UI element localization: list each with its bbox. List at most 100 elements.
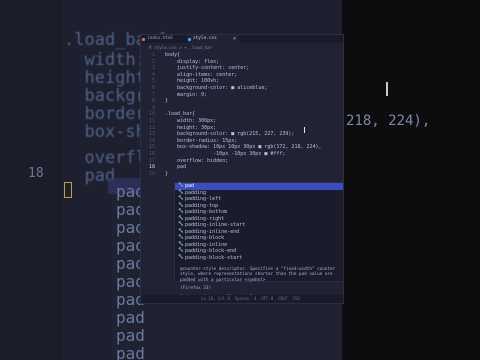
- code-line: 14 border-radius: 15px;: [141, 138, 343, 145]
- line-text: display: flex;: [165, 58, 220, 65]
- bg-bracket-marker: [64, 182, 72, 198]
- code-line: 10 .load_bar{: [141, 111, 343, 118]
- line-number: 19: [148, 170, 155, 177]
- suggestion-label: padding-bottom: [185, 209, 228, 215]
- suggestion-label: padding-block-end: [185, 248, 237, 254]
- code-line: 17 overflow: hidden;: [141, 158, 343, 165]
- suggestion-label: padding-top: [185, 202, 219, 209]
- bg-mouse-cursor: [386, 82, 388, 96]
- code-line: 7 margin: 0;: [141, 92, 343, 99]
- line-number: 1: [151, 52, 155, 58]
- line-number: 12: [148, 124, 155, 131]
- line-text: height: 100vh;: [165, 78, 220, 85]
- wrench-icon: 🔧: [178, 189, 184, 195]
- tab-style-css[interactable]: style.css ×: [187, 35, 239, 43]
- line-text: box-shadow: 10px 10px 30px ■ rgb(172, 21…: [165, 144, 322, 151]
- wrench-icon: 🔧: [178, 248, 184, 253]
- line-text: -10px -10px 30px ■ #fff;: [165, 150, 286, 157]
- suggestion-label: padding-block-start: [185, 254, 243, 261]
- line-text: overflow: hidden;: [165, 157, 229, 164]
- line-text: align-items: center;: [165, 71, 238, 78]
- line-number: 5: [151, 78, 155, 85]
- line-text: width: 300px;: [165, 117, 217, 124]
- code-line: 19}: [141, 171, 343, 178]
- code-area[interactable]: 1 body{ 2 display: flex; 3 justify-conten…: [141, 52, 343, 177]
- suggestion-label: padding-inline-end: [185, 228, 240, 235]
- bg-line-number: 18: [28, 166, 44, 181]
- code-line: 12 height: 30px;: [141, 125, 343, 132]
- line-number: 18: [148, 164, 155, 171]
- tab-label: style.css: [193, 36, 217, 41]
- tab-index-html[interactable]: index.html: [141, 35, 189, 43]
- suggestion-label: padding-inline-start: [185, 222, 246, 228]
- line-text: border-radius: 15px;: [165, 137, 238, 144]
- wrench-icon: 🔧: [178, 202, 184, 208]
- wrench-icon: 🔧: [178, 215, 184, 221]
- suggestion-label: padding-block: [185, 235, 225, 241]
- code-line: 4 align-items: center;: [141, 72, 343, 79]
- line-text: }: [165, 98, 169, 105]
- line-number: 16: [148, 150, 155, 157]
- line-text: }: [165, 170, 169, 177]
- line-text: background-color: ■ aliceblue;: [165, 84, 268, 91]
- wrench-icon: 🔧: [178, 209, 184, 214]
- wrench-icon: 🔧: [178, 241, 184, 247]
- code-line: 5 height: 100vh;: [141, 78, 343, 85]
- code-line: 9: [141, 105, 343, 112]
- line-number: 17: [148, 157, 155, 164]
- suggestion-label: padding-right: [185, 215, 225, 222]
- code-line-current: 18 pad: [141, 164, 343, 171]
- html-file-icon: [142, 37, 145, 41]
- code-line: 6 background-color: ■ aliceblue;: [141, 85, 343, 92]
- code-line: 1 body{: [141, 52, 343, 59]
- line-number: 13: [148, 131, 155, 138]
- line-number: 8: [151, 98, 155, 105]
- line-number: 11: [148, 117, 155, 124]
- mouse-cursor: [304, 127, 305, 133]
- line-text: margin: 0;: [165, 91, 208, 98]
- line-number: 10: [148, 111, 155, 118]
- wrench-icon: 🔧: [178, 235, 184, 240]
- bg-suggestion-row: pad: [116, 344, 145, 360]
- code-line: 2 display: flex;: [141, 59, 343, 66]
- doc-compat: (Firefox 33): [180, 286, 212, 292]
- suggestion-item[interactable]: 🔧 padding-block-start: [175, 255, 343, 262]
- editor-window: index.html style.css × # style.css > ✶ .…: [140, 34, 344, 304]
- bg-code-fragment: 218, 224),: [346, 113, 431, 129]
- doc-description: @counter-style descriptor. Specifies a "…: [180, 267, 336, 283]
- autocomplete-popup[interactable]: 🔧 pad 🔧 padding 🔧 padding-left 🔧 padding-top…: [174, 182, 343, 300]
- line-number: 6: [151, 84, 155, 91]
- suggestion-label: padding: [185, 189, 207, 196]
- suggestion-label: pad: [185, 183, 195, 189]
- code-line: 11 width: 300px;: [141, 118, 343, 125]
- code-line: 3 justify-content: center;: [141, 65, 343, 72]
- code-line: 16 -10px -10px 30px ■ #fff;: [141, 151, 343, 158]
- bg-suggestion-row: pad: [116, 308, 145, 327]
- wrench-icon: 🔧: [178, 222, 184, 227]
- line-number: 9: [151, 104, 155, 111]
- bg-suggestion-row: pad: [116, 326, 145, 345]
- line-number: 14: [148, 137, 155, 144]
- wrench-icon: 🔧: [178, 254, 184, 260]
- css-file-icon: [188, 37, 191, 41]
- wrench-icon: 🔧: [178, 183, 184, 188]
- code-line: 13 background-color: ■ rgb(215, 227, 239…: [141, 131, 343, 138]
- line-number: 3: [151, 65, 155, 72]
- line-number: 2: [151, 58, 155, 65]
- line-number: 7: [151, 91, 155, 98]
- tab-bar: index.html style.css ×: [141, 35, 343, 43]
- line-text: pad: [165, 164, 187, 171]
- status-bar: Ln 18, Col 8 Spaces: 4 UTF-8 CRLF CSS: [141, 295, 343, 303]
- line-text: justify-content: center;: [165, 65, 250, 72]
- suggestion-label: padding-left: [185, 196, 222, 202]
- close-icon[interactable]: ×: [233, 35, 236, 43]
- suggestion-label: padding-inline: [185, 241, 228, 248]
- line-text: body{: [165, 52, 181, 58]
- line-text: background-color: ■ rgb(215, 227, 239);: [165, 131, 295, 138]
- line-number: 15: [148, 144, 155, 151]
- line-text: .load_bar{: [165, 111, 196, 118]
- tab-label: index.html: [147, 36, 174, 41]
- breadcrumb[interactable]: # style.css > ✶ .load_bar: [149, 45, 212, 52]
- code-line: 8}: [141, 98, 343, 105]
- line-text: height: 30px;: [165, 124, 217, 131]
